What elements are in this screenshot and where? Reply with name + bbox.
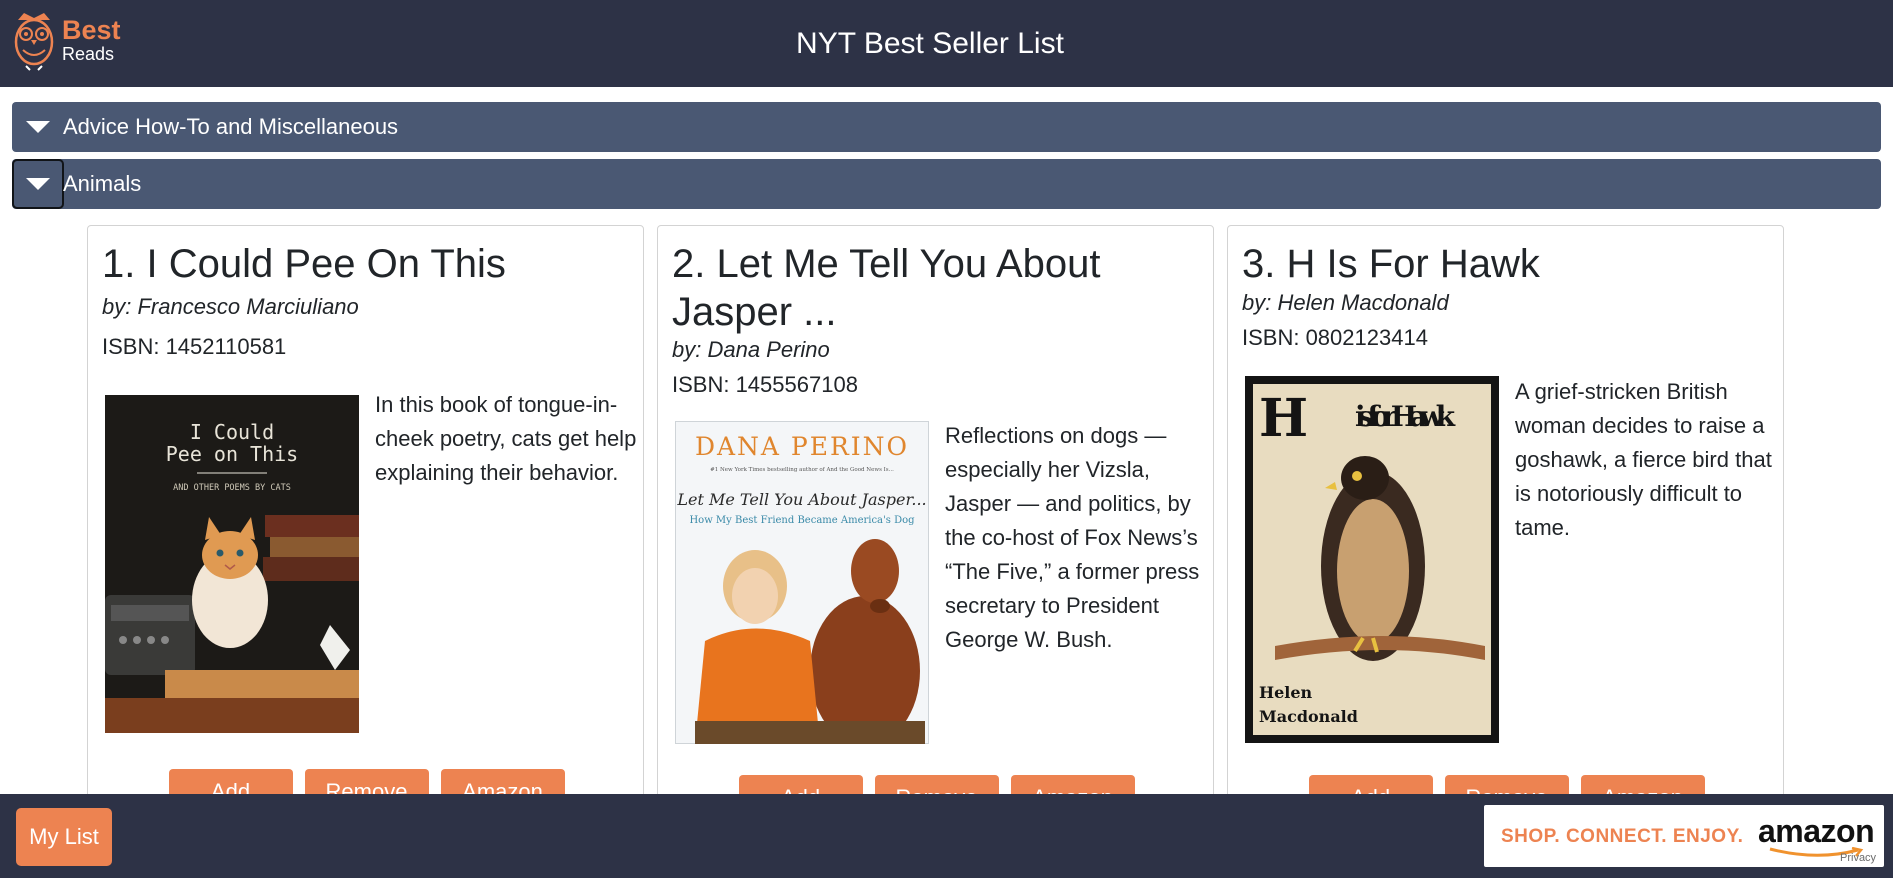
book-card: 2. Let Me Tell You About Jasper ... by: … — [657, 225, 1214, 815]
cover-title-line-2: Pee on This — [166, 442, 298, 466]
ad-privacy-link[interactable]: Privacy — [1840, 852, 1876, 864]
book-card: 1. I Could Pee On This by: Francesco Mar… — [87, 225, 644, 809]
book-author: by: Dana Perino — [672, 337, 830, 362]
book-title: 1. I Could Pee On This — [102, 242, 506, 286]
amazon-ad-banner[interactable]: SHOP. CONNECT. ENJOY. amazon Privacy — [1484, 805, 1884, 867]
caret-down-icon — [26, 178, 50, 190]
book-cover-image: DANA PERINO #1 New York Times bestsellin… — [675, 421, 929, 744]
book-isbn: ISBN: 0802123414 — [1242, 325, 1428, 350]
book-isbn: ISBN: 1452110581 — [102, 334, 287, 359]
book-title: 3. H Is For Hawk — [1242, 242, 1540, 286]
category-label: Advice How-To and Miscellaneous — [63, 114, 399, 139]
cover-author-last: Macdonald — [1259, 707, 1358, 726]
book-cover-image: H is for Hawk Helen Macdonald — [1245, 376, 1499, 743]
book-card: 3. H Is For Hawk by: Helen Macdonald ISB… — [1227, 225, 1784, 815]
book-author: by: Helen Macdonald — [1242, 290, 1449, 315]
cover-subtitle: How My Best Friend Became America's Dog — [689, 515, 915, 526]
ad-slogan: SHOP. CONNECT. ENJOY. — [1501, 826, 1744, 847]
app-header: Best Reads NYT Best Seller List — [0, 0, 1893, 87]
book-title: 2. Let Me Tell You About Jasper ... — [672, 242, 1101, 334]
book-description: A grief-stricken British woman decides t… — [1515, 379, 1772, 540]
book-description: In this book of tongue-in-cheek poetry, … — [375, 392, 637, 485]
category-label: Animals — [63, 171, 142, 196]
amazon-logo: amazon — [1758, 813, 1875, 849]
page-title: NYT Best Seller List — [796, 27, 1064, 60]
caret-down-icon — [26, 121, 50, 133]
cover-author: DANA PERINO — [695, 432, 909, 461]
cover-tagline: #1 New York Times bestselling author of … — [710, 467, 894, 473]
my-list-button[interactable]: My List — [16, 808, 112, 866]
cover-title-line-1: I Could — [190, 420, 274, 444]
app-footer: My List SHOP. CONNECT. ENJOY. amazon Pri… — [0, 794, 1893, 878]
accordion-toggle-button[interactable] — [12, 102, 64, 152]
category-accordion-advice[interactable]: Advice How-To and Miscellaneous — [12, 102, 1881, 152]
book-description: Reflections on dogs — especially her Viz… — [945, 423, 1200, 652]
cover-title: is for Hawk — [1355, 400, 1456, 433]
cover-title: Let Me Tell You About Jasper... — [676, 490, 926, 509]
book-cover-image: I Could Pee on This AND OTHER POEMS BY C… — [105, 395, 359, 733]
category-accordion-animals[interactable]: Animals — [12, 159, 1881, 209]
accordion-toggle-button[interactable] — [12, 159, 64, 209]
cover-subtitle: AND OTHER POEMS BY CATS — [173, 483, 291, 493]
book-author: by: Francesco Marciuliano — [102, 294, 359, 319]
cover-author-first: Helen — [1259, 683, 1313, 702]
book-isbn: ISBN: 1455567108 — [672, 372, 858, 397]
cover-letter: H — [1259, 388, 1308, 449]
